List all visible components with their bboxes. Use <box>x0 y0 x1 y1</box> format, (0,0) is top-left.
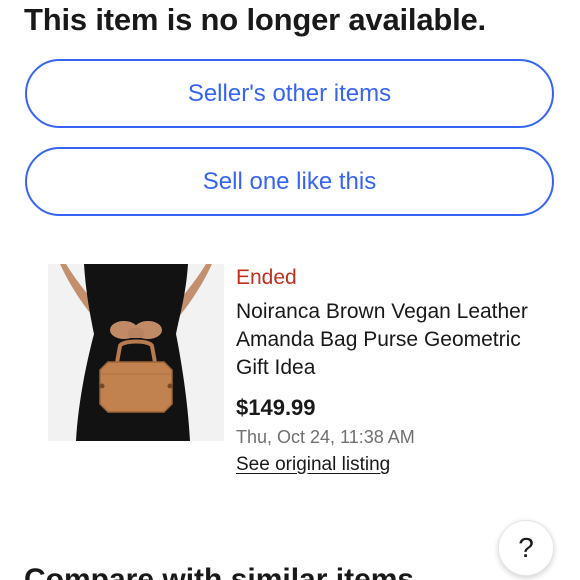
compare-section-title: Compare with similar items <box>24 563 415 580</box>
item-title[interactable]: Noiranca Brown Vegan Leather Amanda Bag … <box>236 298 536 382</box>
ended-item-card: Ended Noiranca Brown Vegan Leather Amand… <box>48 262 558 482</box>
page: This item is no longer available. Seller… <box>0 0 580 580</box>
see-original-listing-link[interactable]: See original listing <box>236 453 390 477</box>
status-badge: Ended <box>236 266 297 289</box>
sell-one-like-this-button[interactable]: Sell one like this <box>25 147 554 216</box>
ended-timestamp: Thu, Oct 24, 11:38 AM <box>236 427 415 447</box>
help-button[interactable]: ? <box>498 520 554 576</box>
product-photo-icon <box>48 264 224 441</box>
page-title: This item is no longer available. <box>24 2 486 37</box>
item-thumbnail[interactable] <box>48 264 224 441</box>
sellers-other-items-button[interactable]: Seller's other items <box>25 59 554 128</box>
item-price: $149.99 <box>236 395 316 420</box>
help-icon: ? <box>518 532 534 563</box>
